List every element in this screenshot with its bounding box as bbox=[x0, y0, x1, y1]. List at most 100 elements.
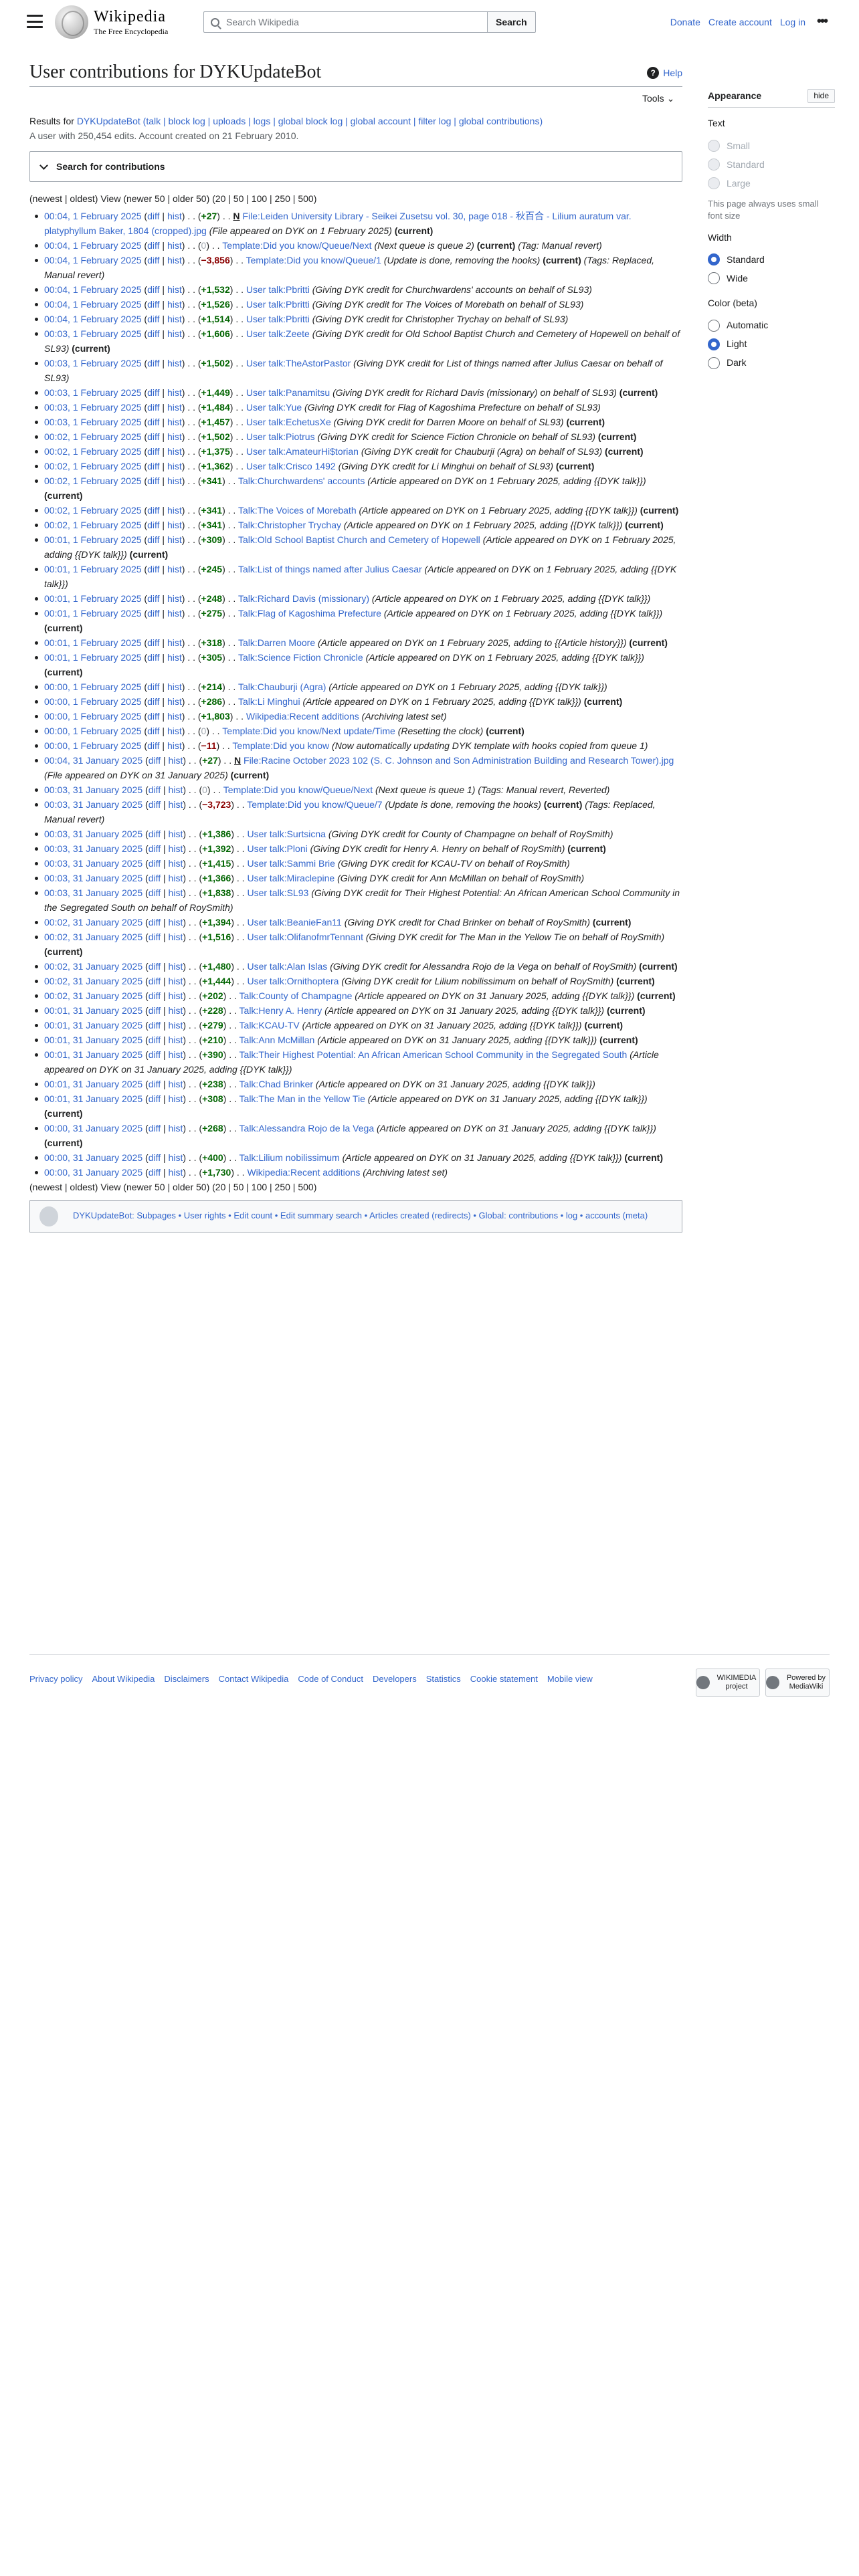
hist-link[interactable]: hist bbox=[169, 873, 183, 883]
page-link[interactable]: Talk:Chad Brinker bbox=[240, 1079, 314, 1089]
timestamp-link[interactable]: 00:03, 1 February 2025 bbox=[44, 387, 142, 398]
page-link[interactable]: Wikipedia:Recent additions bbox=[247, 1167, 360, 1178]
diff-link[interactable]: diff bbox=[147, 387, 159, 398]
hist-link[interactable]: hist bbox=[169, 843, 183, 854]
hist-link[interactable]: hist bbox=[167, 652, 182, 663]
page-link[interactable]: Talk:County of Champagne bbox=[240, 990, 353, 1001]
user-tool-links[interactable]: (talk | block log | uploads | logs | glo… bbox=[143, 116, 543, 126]
diff-link[interactable]: diff bbox=[147, 446, 159, 457]
donate-link[interactable]: Donate bbox=[670, 17, 700, 27]
page-link[interactable]: User talk:Pbritti bbox=[246, 284, 310, 295]
hist-link[interactable]: hist bbox=[167, 711, 182, 722]
diff-link[interactable]: diff bbox=[147, 593, 159, 604]
wikipedia-logo[interactable]: Wikipedia The Free Encyclopedia bbox=[55, 5, 168, 39]
timestamp-link[interactable]: 00:03, 31 January 2025 bbox=[44, 829, 142, 839]
page-link[interactable]: Talk:Lilium nobilissimum bbox=[240, 1152, 340, 1163]
hist-link[interactable]: hist bbox=[169, 1123, 183, 1134]
page-link[interactable]: Template:Did you know/Queue/Next bbox=[223, 784, 373, 795]
search-button[interactable]: Search bbox=[487, 11, 536, 33]
diff-link[interactable]: diff bbox=[147, 520, 159, 530]
timestamp-link[interactable]: 00:01, 1 February 2025 bbox=[44, 652, 142, 663]
diff-link[interactable]: diff bbox=[147, 211, 159, 221]
diff-link[interactable]: diff bbox=[147, 358, 159, 368]
hist-link[interactable]: hist bbox=[169, 858, 183, 869]
page-link[interactable]: Talk:Science Fiction Chronicle bbox=[238, 652, 363, 663]
page-link[interactable]: Talk:List of things named after Julius C… bbox=[238, 564, 422, 574]
color-light-radio[interactable]: Light bbox=[708, 335, 835, 354]
hist-link[interactable]: hist bbox=[169, 917, 183, 928]
diff-link[interactable]: diff bbox=[147, 240, 159, 251]
diff-link[interactable]: diff bbox=[149, 1049, 161, 1060]
timestamp-link[interactable]: 00:02, 1 February 2025 bbox=[44, 475, 142, 486]
page-link[interactable]: User talk:Ploni bbox=[247, 843, 307, 854]
page-link[interactable]: Talk:Flag of Kagoshima Prefecture bbox=[238, 608, 381, 619]
timestamp-link[interactable]: 00:04, 31 January 2025 bbox=[44, 755, 142, 766]
page-link[interactable]: User talk:Surtsicna bbox=[247, 829, 325, 839]
diff-link[interactable]: diff bbox=[147, 681, 159, 692]
diff-link[interactable]: diff bbox=[149, 887, 161, 898]
diff-link[interactable]: diff bbox=[147, 637, 159, 648]
hist-link[interactable]: hist bbox=[167, 284, 182, 295]
timestamp-link[interactable]: 00:02, 31 January 2025 bbox=[44, 917, 142, 928]
hist-link[interactable]: hist bbox=[167, 431, 182, 442]
footer-link[interactable]: About Wikipedia bbox=[92, 1674, 155, 1684]
page-link[interactable]: Template:Did you know/Next update/Time bbox=[222, 726, 395, 736]
timestamp-link[interactable]: 00:01, 31 January 2025 bbox=[44, 1079, 142, 1089]
diff-link[interactable]: diff bbox=[149, 829, 161, 839]
hist-link[interactable]: hist bbox=[167, 740, 182, 751]
hist-link[interactable]: hist bbox=[167, 564, 182, 574]
hist-link[interactable]: hist bbox=[169, 1049, 183, 1060]
timestamp-link[interactable]: 00:00, 1 February 2025 bbox=[44, 696, 142, 707]
diff-link[interactable]: diff bbox=[149, 858, 161, 869]
diff-link[interactable]: diff bbox=[147, 564, 159, 574]
page-link[interactable]: Talk:Alessandra Rojo de la Vega bbox=[240, 1123, 375, 1134]
hist-link[interactable]: hist bbox=[167, 446, 182, 457]
page-link[interactable]: Talk:The Voices of Morebath bbox=[238, 505, 357, 516]
page-link[interactable]: Template:Did you know/Queue/1 bbox=[246, 255, 381, 265]
hist-link[interactable]: hist bbox=[169, 829, 183, 839]
diff-link[interactable]: diff bbox=[147, 284, 159, 295]
hist-link[interactable]: hist bbox=[169, 755, 183, 766]
hist-link[interactable]: hist bbox=[169, 1093, 183, 1104]
width-wide-radio[interactable]: Wide bbox=[708, 269, 835, 288]
page-link[interactable]: User talk:Alan Islas bbox=[247, 961, 327, 972]
page-link[interactable]: User talk:Zeete bbox=[246, 328, 310, 339]
page-link[interactable]: User talk:TheAstorPastor bbox=[246, 358, 351, 368]
footer-link[interactable]: Cookie statement bbox=[470, 1674, 538, 1684]
page-link[interactable]: Talk:The Man in the Yellow Tie bbox=[240, 1093, 365, 1104]
diff-link[interactable]: diff bbox=[147, 652, 159, 663]
main-menu-icon[interactable] bbox=[27, 15, 43, 28]
page-link[interactable]: Talk:Ann McMillan bbox=[240, 1035, 315, 1045]
hist-link[interactable]: hist bbox=[167, 726, 182, 736]
hist-link[interactable]: hist bbox=[167, 696, 182, 707]
timestamp-link[interactable]: 00:01, 1 February 2025 bbox=[44, 534, 142, 545]
wikimedia-badge[interactable]: WIKIMEDIA project bbox=[696, 1669, 760, 1697]
diff-link[interactable]: diff bbox=[147, 534, 159, 545]
footer-link[interactable]: Contact Wikipedia bbox=[219, 1674, 289, 1684]
timestamp-link[interactable]: 00:00, 1 February 2025 bbox=[44, 726, 142, 736]
page-link[interactable]: User talk:Crisco 1492 bbox=[246, 461, 336, 471]
pagination-top[interactable]: (newest | oldest) View (newer 50 | older… bbox=[29, 191, 682, 206]
page-link[interactable]: User talk:BeanieFan11 bbox=[247, 917, 341, 928]
hist-link[interactable]: hist bbox=[167, 520, 182, 530]
timestamp-link[interactable]: 00:02, 31 January 2025 bbox=[44, 976, 142, 986]
hist-link[interactable]: hist bbox=[167, 387, 182, 398]
hist-link[interactable]: hist bbox=[167, 255, 182, 265]
diff-link[interactable]: diff bbox=[147, 740, 159, 751]
width-standard-radio[interactable]: Standard bbox=[708, 250, 835, 269]
diff-link[interactable]: diff bbox=[149, 1123, 161, 1134]
hist-link[interactable]: hist bbox=[169, 932, 183, 942]
timestamp-link[interactable]: 00:00, 31 January 2025 bbox=[44, 1123, 142, 1134]
page-link[interactable]: Talk:Darren Moore bbox=[238, 637, 315, 648]
page-link[interactable]: User talk:OlifanofmrTennant bbox=[247, 932, 363, 942]
diff-link[interactable]: diff bbox=[147, 711, 159, 722]
hist-link[interactable]: hist bbox=[169, 1079, 183, 1089]
contributions-footer-links[interactable]: DYKUpdateBot: Subpages • User rights • E… bbox=[73, 1209, 648, 1223]
timestamp-link[interactable]: 00:01, 31 January 2025 bbox=[44, 1035, 142, 1045]
diff-link[interactable]: diff bbox=[147, 417, 159, 427]
timestamp-link[interactable]: 00:02, 31 January 2025 bbox=[44, 932, 142, 942]
page-link[interactable]: User talk:Pbritti bbox=[246, 299, 310, 310]
timestamp-link[interactable]: 00:01, 1 February 2025 bbox=[44, 637, 142, 648]
help-link[interactable]: ? Help bbox=[647, 66, 682, 80]
tools-menu[interactable]: Tools ⌄ bbox=[642, 91, 674, 106]
